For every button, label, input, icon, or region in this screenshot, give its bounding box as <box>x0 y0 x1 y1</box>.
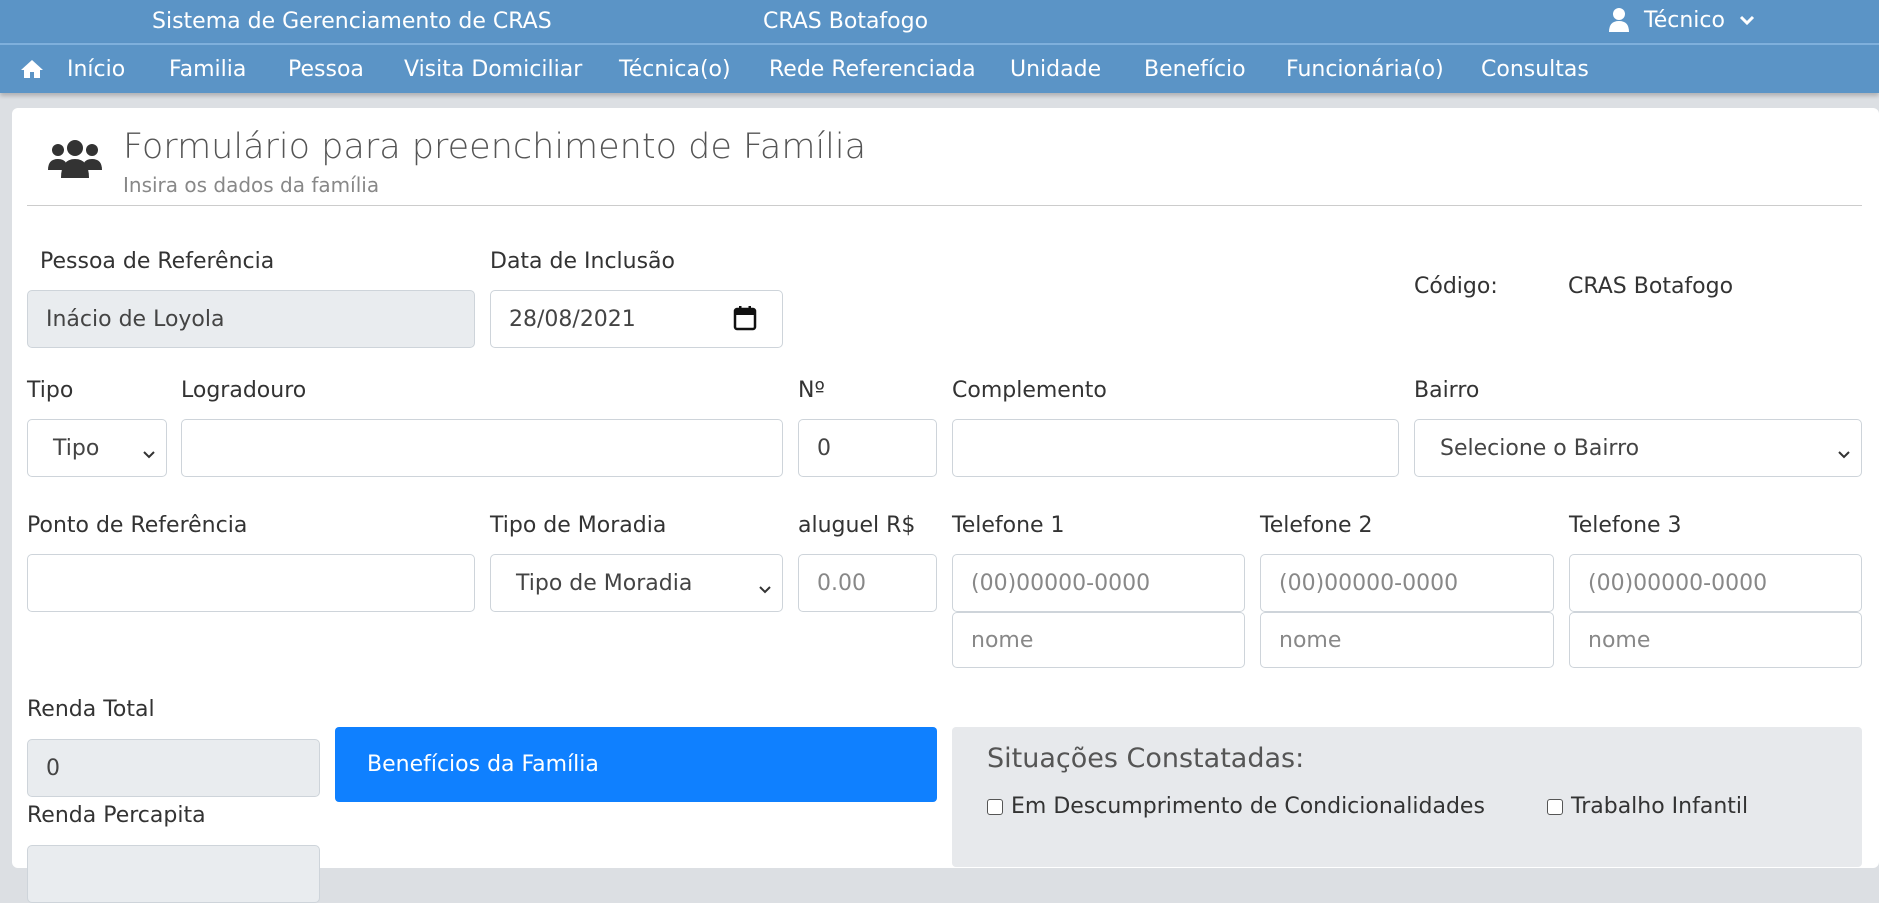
codigo-value: CRAS Botafogo <box>1568 274 1734 299</box>
checkbox-box[interactable] <box>987 798 1003 815</box>
ponto-ref-input[interactable] <box>27 554 475 612</box>
telefone-1-nome-placeholder: nome <box>971 627 1034 653</box>
nav-rede-referenciada[interactable]: Rede Referenciada <box>769 57 976 82</box>
telefone-1-input[interactable]: (00)00000-0000 <box>952 554 1245 612</box>
pessoa-ref-value: Inácio de Loyola <box>46 306 225 332</box>
telefone-1-label: Telefone 1 <box>952 513 1065 538</box>
bairro-select[interactable]: Selecione o Bairro <box>1414 419 1862 477</box>
telefone-2-input[interactable]: (00)00000-0000 <box>1260 554 1554 612</box>
nav-beneficio[interactable]: Benefício <box>1144 57 1246 82</box>
numero-input[interactable]: 0 <box>798 419 937 477</box>
tipo-label: Tipo <box>27 378 74 403</box>
renda-total-label: Renda Total <box>27 697 155 722</box>
telefone-1-nome-input[interactable]: nome <box>952 612 1245 668</box>
nav-unidade[interactable]: Unidade <box>1010 57 1101 82</box>
chevron-down-icon <box>1739 14 1755 26</box>
renda-percapita-field[interactable] <box>27 845 320 903</box>
checkbox-box[interactable] <box>1547 798 1563 815</box>
bairro-label: Bairro <box>1414 378 1480 403</box>
system-name: Sistema de Gerenciamento de CRAS <box>152 9 552 34</box>
beneficios-familia-button[interactable]: Benefícios da Família <box>335 727 937 802</box>
users-icon <box>48 138 102 184</box>
situacao-label: Trabalho Infantil <box>1571 794 1749 819</box>
tipo-select[interactable]: Tipo <box>27 419 167 477</box>
main-nav: Início Familia Pessoa Visita Domiciliar … <box>0 43 1879 93</box>
telefone-3-placeholder: (00)00000-0000 <box>1588 570 1768 596</box>
beneficios-familia-label: Benefícios da Família <box>367 752 599 777</box>
situacoes-panel: Situações Constatadas: Em Descumprimento… <box>952 727 1862 867</box>
header-divider <box>27 205 1862 206</box>
situacao-label: Em Descumprimento de Condicionalidades <box>1011 794 1485 819</box>
nav-pessoa[interactable]: Pessoa <box>288 57 364 82</box>
renda-percapita-label: Renda Percapita <box>27 803 206 828</box>
situacao-checkbox[interactable]: Trabalho Infantil <box>1547 794 1748 819</box>
user-label: Técnico <box>1644 7 1725 33</box>
data-inclusao-label: Data de Inclusão <box>490 249 676 274</box>
aluguel-input[interactable]: 0.00 <box>798 554 937 612</box>
nav-funcionaria[interactable]: Funcionária(o) <box>1286 57 1444 82</box>
aluguel-label: aluguel R$ <box>798 513 916 538</box>
tipo-moradia-value: Tipo de Moradia <box>516 570 693 596</box>
pessoa-ref-field[interactable]: Inácio de Loyola <box>27 290 475 348</box>
user-menu[interactable]: Técnico <box>1608 7 1755 33</box>
tipo-moradia-label: Tipo de Moradia <box>490 513 667 538</box>
chevron-down-icon <box>1837 441 1851 466</box>
home-icon[interactable] <box>20 59 44 85</box>
telefone-2-label: Telefone 2 <box>1260 513 1373 538</box>
telefone-2-nome-placeholder: nome <box>1279 627 1342 653</box>
telefone-3-label: Telefone 3 <box>1569 513 1682 538</box>
renda-total-value: 0 <box>46 755 60 781</box>
data-inclusao-value: 28/08/2021 <box>509 306 636 332</box>
unit-name: CRAS Botafogo <box>763 9 929 34</box>
complemento-label: Complemento <box>952 378 1107 403</box>
complemento-input[interactable] <box>952 419 1399 477</box>
logradouro-label: Logradouro <box>181 378 307 403</box>
telefone-2-nome-input[interactable]: nome <box>1260 612 1554 668</box>
tipo-value: Tipo <box>53 435 100 461</box>
page-title: Formulário para preenchimento de Família <box>123 127 867 167</box>
situacao-checkbox[interactable]: Em Descumprimento de Condicionalidades <box>987 794 1485 819</box>
user-icon <box>1608 7 1630 33</box>
nav-inicio[interactable]: Início <box>67 57 125 82</box>
nav-visita-domiciliar[interactable]: Visita Domiciliar <box>404 57 582 82</box>
pessoa-ref-label: Pessoa de Referência <box>40 249 275 274</box>
telefone-3-nome-input[interactable]: nome <box>1569 612 1862 668</box>
nav-consultas[interactable]: Consultas <box>1481 57 1589 82</box>
telefone-1-placeholder: (00)00000-0000 <box>971 570 1151 596</box>
page-subtitle: Insira os dados da família <box>123 173 380 197</box>
chevron-down-icon <box>758 576 772 601</box>
telefone-3-input[interactable]: (00)00000-0000 <box>1569 554 1862 612</box>
bairro-value: Selecione o Bairro <box>1440 435 1640 461</box>
nav-familia[interactable]: Familia <box>169 57 246 82</box>
telefone-2-placeholder: (00)00000-0000 <box>1279 570 1459 596</box>
chevron-down-icon <box>142 441 156 466</box>
tipo-moradia-select[interactable]: Tipo de Moradia <box>490 554 783 612</box>
telefone-3-nome-placeholder: nome <box>1588 627 1651 653</box>
calendar-icon[interactable] <box>733 305 757 337</box>
numero-label: Nº <box>798 378 825 403</box>
data-inclusao-field[interactable]: 28/08/2021 <box>490 290 783 348</box>
nav-tecnica[interactable]: Técnica(o) <box>619 57 731 82</box>
codigo-label: Código: <box>1414 274 1498 299</box>
numero-value: 0 <box>817 435 831 461</box>
situacoes-title: Situações Constatadas: <box>987 743 1305 774</box>
renda-total-field[interactable]: 0 <box>27 739 320 797</box>
aluguel-placeholder: 0.00 <box>817 570 866 596</box>
ponto-ref-label: Ponto de Referência <box>27 513 248 538</box>
logradouro-input[interactable] <box>181 419 783 477</box>
top-bar: Sistema de Gerenciamento de CRAS CRAS Bo… <box>0 0 1879 43</box>
